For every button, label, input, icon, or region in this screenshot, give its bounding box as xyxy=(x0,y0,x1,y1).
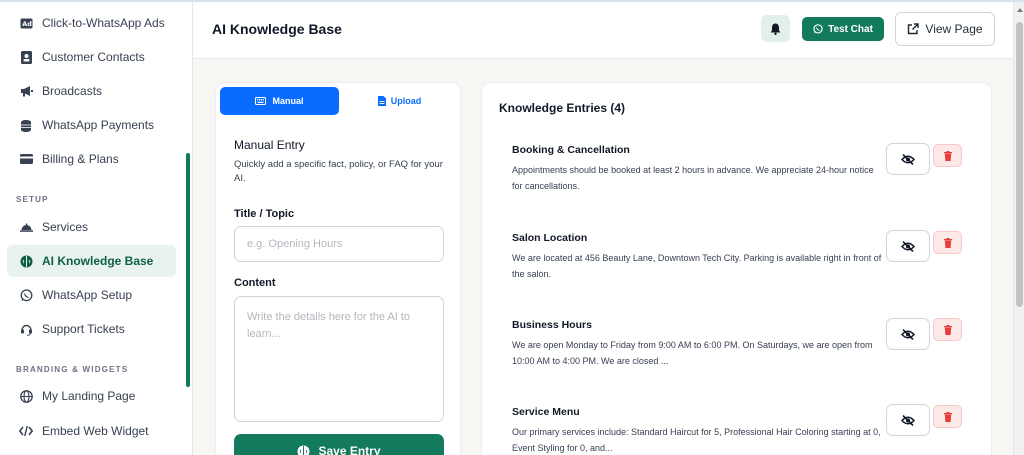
knowledge-entries-heading: Knowledge Entries (4) xyxy=(499,101,626,115)
svg-text:Ad: Ad xyxy=(22,20,32,28)
knowledge-entry: Booking & Cancellation Appointments shou… xyxy=(512,144,882,194)
entry-body: We are open Monday to Friday from 9:00 A… xyxy=(512,340,873,366)
scrollbar-thumb[interactable] xyxy=(1016,22,1023,307)
credit-card-icon xyxy=(19,152,33,166)
section-label-setup: SETUP xyxy=(16,195,49,204)
notifications-button[interactable] xyxy=(761,15,790,42)
keyboard-icon xyxy=(255,97,267,105)
coins-icon xyxy=(19,118,33,132)
megaphone-icon xyxy=(19,84,33,98)
title-topic-label: Title / Topic xyxy=(234,208,295,220)
sidebar-item-ai-knowledge-base[interactable]: AI Knowledge Base xyxy=(7,245,176,277)
whatsapp-icon xyxy=(19,288,33,302)
section-label-branding: BRANDING & WIDGETS xyxy=(16,365,129,374)
external-link-icon xyxy=(908,23,920,35)
entry-body: Our primary services include: Standard H… xyxy=(512,427,881,453)
trash-icon xyxy=(943,324,952,335)
contact-card-icon xyxy=(19,50,33,64)
toggle-visibility-button[interactable] xyxy=(886,318,930,350)
top-bar: AI Knowledge Base Test Chat View Page xyxy=(193,2,1013,59)
tab-manual-label: Manual xyxy=(272,96,304,106)
sidebar-scrollbar[interactable] xyxy=(186,153,190,387)
trash-icon xyxy=(943,237,952,248)
entry-title: Booking & Cancellation xyxy=(512,144,630,156)
entry-title: Salon Location xyxy=(512,232,588,244)
delete-entry-button[interactable] xyxy=(933,405,962,428)
toggle-visibility-button[interactable] xyxy=(886,404,930,436)
save-entry-label: Save Entry xyxy=(318,444,381,455)
sidebar-item-label: My Landing Page xyxy=(42,389,136,403)
ad-icon: Ad xyxy=(19,16,33,30)
entry-body: Appointments should be booked at least 2… xyxy=(512,165,874,191)
knowledge-entry: Service Menu Our primary services includ… xyxy=(512,406,882,455)
whatsapp-icon xyxy=(813,24,823,34)
eye-slash-icon xyxy=(901,240,915,252)
bell-service-icon xyxy=(19,220,33,234)
sidebar-item-support-tickets[interactable]: Support Tickets xyxy=(7,313,176,345)
sidebar-item-whatsapp-setup[interactable]: WhatsApp Setup xyxy=(7,279,176,311)
brain-icon xyxy=(19,254,33,268)
content-label: Content xyxy=(234,277,276,289)
sidebar-item-label: AI Knowledge Base xyxy=(42,254,154,268)
sidebar-item-label: Click-to-WhatsApp Ads xyxy=(42,16,165,30)
tab-upload-label: Upload xyxy=(390,96,422,106)
view-page-label: View Page xyxy=(925,22,983,36)
entry-title: Business Hours xyxy=(512,319,592,331)
view-page-button[interactable]: View Page xyxy=(895,12,995,46)
delete-entry-button[interactable] xyxy=(933,231,962,254)
sidebar-item-services[interactable]: Services xyxy=(7,211,176,243)
sidebar-item-billing[interactable]: Billing & Plans xyxy=(7,143,176,175)
entry-body: We are located at 456 Beauty Lane, Downt… xyxy=(512,253,882,279)
toggle-visibility-button[interactable] xyxy=(886,143,930,175)
tab-manual[interactable]: Manual xyxy=(220,87,339,115)
code-icon xyxy=(19,424,33,438)
sidebar-item-label: Support Tickets xyxy=(42,322,125,336)
title-input[interactable]: e.g. Opening Hours xyxy=(234,226,444,262)
manual-entry-title: Manual Entry xyxy=(234,138,305,152)
manual-entry-description: Quickly add a specific fact, policy, or … xyxy=(234,159,443,184)
eye-slash-icon xyxy=(901,414,915,426)
tab-upload[interactable]: Upload xyxy=(341,87,458,115)
entry-title: Service Menu xyxy=(512,406,580,418)
manual-entry-card: Manual Upload Manual Entry Quickly add a… xyxy=(215,82,461,455)
trash-icon xyxy=(943,150,952,161)
knowledge-entries-card: Knowledge Entries (4) Booking & Cancella… xyxy=(481,82,992,455)
sidebar-item-embed-widget[interactable]: Embed Web Widget xyxy=(7,415,176,447)
sidebar-item-broadcasts[interactable]: Broadcasts xyxy=(7,75,176,107)
trash-icon xyxy=(943,411,952,422)
sidebar-item-customer-contacts[interactable]: Customer Contacts xyxy=(7,41,176,73)
file-icon xyxy=(377,96,386,106)
sidebar-item-label: Billing & Plans xyxy=(42,152,119,166)
sidebar-item-label: Embed Web Widget xyxy=(42,424,149,438)
eye-slash-icon xyxy=(901,328,915,340)
globe-icon xyxy=(19,389,33,403)
headset-icon xyxy=(19,322,33,336)
eye-slash-icon xyxy=(901,153,915,165)
sidebar-item-whatsapp-payments[interactable]: WhatsApp Payments xyxy=(7,109,176,141)
sidebar-item-ctwa-ads[interactable]: Ad Click-to-WhatsApp Ads xyxy=(7,7,176,39)
sidebar-item-label: WhatsApp Setup xyxy=(42,288,133,302)
page-title: AI Knowledge Base xyxy=(212,21,342,37)
delete-entry-button[interactable] xyxy=(933,318,962,341)
sidebar-item-label: Services xyxy=(42,220,89,234)
toggle-visibility-button[interactable] xyxy=(886,230,930,262)
knowledge-entry: Business Hours We are open Monday to Fri… xyxy=(512,319,882,369)
sidebar-item-label: WhatsApp Payments xyxy=(42,118,155,132)
bell-icon xyxy=(770,23,781,35)
save-entry-button[interactable]: Save Entry xyxy=(234,434,444,455)
sidebar-item-label: Broadcasts xyxy=(42,84,103,98)
knowledge-entry: Salon Location We are located at 456 Bea… xyxy=(512,232,882,282)
delete-entry-button[interactable] xyxy=(933,144,962,167)
sidebar-item-label: Customer Contacts xyxy=(42,50,145,64)
page-scrollbar[interactable] xyxy=(1013,2,1024,455)
scroll-up-arrow-icon[interactable] xyxy=(1017,8,1023,12)
content-textarea[interactable]: Write the details here for the AI to lea… xyxy=(234,296,444,422)
test-chat-button[interactable]: Test Chat xyxy=(802,17,884,41)
brain-icon xyxy=(297,445,310,455)
test-chat-label: Test Chat xyxy=(828,23,873,35)
sidebar-item-landing-page[interactable]: My Landing Page xyxy=(7,380,176,412)
sidebar: Ad Click-to-WhatsApp Ads Customer Contac… xyxy=(0,2,193,455)
